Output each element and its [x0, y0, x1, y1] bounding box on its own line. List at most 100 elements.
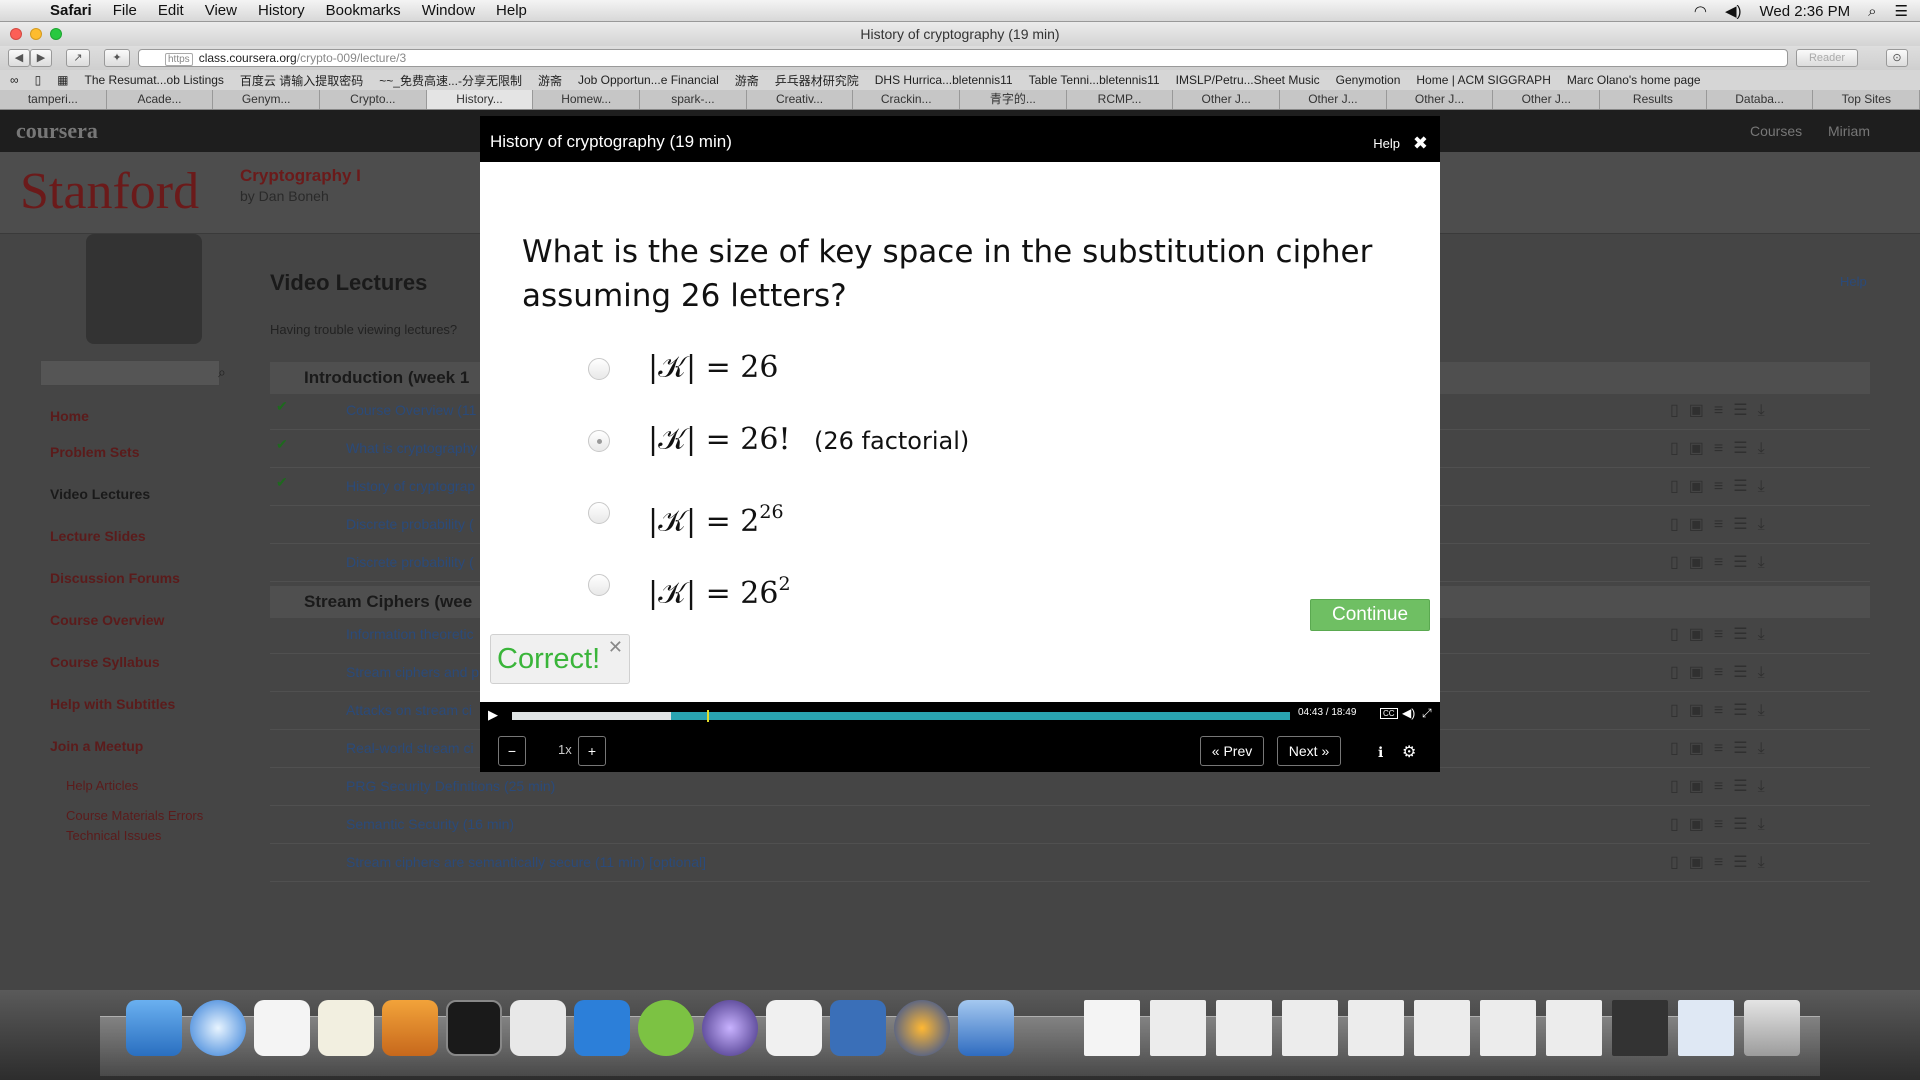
quiz-option[interactable]: |𝒦| = 226	[588, 492, 1188, 539]
bookmark-item[interactable]: 乒乓器材研究院	[775, 72, 859, 89]
tab[interactable]: Crypto...	[320, 90, 427, 109]
tab[interactable]: Homew...	[533, 90, 641, 109]
lecture-resource-icons[interactable]: ▯▣≡☰⤓	[1670, 476, 1775, 496]
nav-courses[interactable]: Courses	[1750, 123, 1802, 139]
minimized-window-thumbnail[interactable]	[1612, 1000, 1668, 1056]
menu-window[interactable]: Window	[422, 2, 475, 19]
trouble-text[interactable]: Having trouble viewing lectures?	[270, 322, 457, 337]
radio-button[interactable]	[588, 358, 610, 380]
bookmark-item[interactable]: Home | ACM SIGGRAPH	[1416, 73, 1550, 87]
playhead[interactable]	[707, 710, 710, 722]
coursera-logo[interactable]: coursera	[16, 118, 98, 144]
bookmark-item[interactable]: Table Tenni...bletennis11	[1029, 73, 1160, 87]
bookmark-item[interactable]: DHS Hurrica...bletennis11	[875, 73, 1013, 87]
notification-center-icon[interactable]: ☰	[1895, 2, 1908, 20]
tab[interactable]: tamperi...	[0, 90, 107, 109]
tab[interactable]: Acade...	[107, 90, 214, 109]
safari-icon[interactable]	[190, 1000, 246, 1056]
fullscreen-icon[interactable]: ⤢	[1422, 706, 1432, 721]
nav-user-menu[interactable]: Miriam	[1828, 123, 1870, 139]
bookmark-item[interactable]: Genymotion	[1336, 73, 1401, 87]
tab[interactable]: Creativ...	[747, 90, 854, 109]
sublime-text-icon[interactable]	[382, 1000, 438, 1056]
lecture-resource-icons[interactable]: ▯▣≡☰⤓	[1670, 776, 1775, 796]
tab[interactable]: RCMP...	[1067, 90, 1174, 109]
continue-button[interactable]: Continue	[1310, 599, 1430, 631]
bookmark-item[interactable]: Job Opportun...e Financial	[578, 73, 719, 87]
lecture-link[interactable]: Attacks on stream ci	[346, 702, 472, 718]
tab[interactable]: Top Sites	[1813, 90, 1920, 109]
tab[interactable]: Results	[1600, 90, 1707, 109]
texshop-icon[interactable]	[830, 1000, 886, 1056]
lecture-resource-icons[interactable]: ▯▣≡☰⤓	[1670, 662, 1775, 682]
sidebar-item-home[interactable]: Home	[50, 408, 89, 424]
tab[interactable]: 青字的...	[960, 90, 1067, 109]
bookmark-item[interactable]: ~~_免费高速...-分享无限制	[379, 72, 522, 89]
sidebar-item-join-meetup[interactable]: Join a Meetup	[50, 738, 143, 754]
tab[interactable]: Other J...	[1173, 90, 1281, 109]
lecture-resource-icons[interactable]: ▯▣≡☰⤓	[1670, 814, 1775, 834]
lecture-link[interactable]: Information theoretic	[346, 626, 474, 642]
menu-help[interactable]: Help	[496, 2, 527, 19]
lecture-link[interactable]: Semantic Security (16 min)	[346, 816, 514, 832]
forward-button[interactable]: ▶	[30, 49, 52, 67]
sidebar-item-problem-sets[interactable]: Problem Sets	[50, 444, 139, 460]
volume-icon[interactable]: ◀)	[1725, 2, 1742, 20]
lecture-resource-icons[interactable]: ▯▣≡☰⤓	[1670, 700, 1775, 720]
minimized-window-thumbnail[interactable]	[1216, 1000, 1272, 1056]
tab[interactable]: Other J...	[1387, 90, 1494, 109]
minimized-window-thumbnail[interactable]	[1150, 1000, 1206, 1056]
lecture-row[interactable]: Semantic Security (16 min) ▯▣≡☰⤓	[270, 808, 1870, 844]
lecture-resource-icons[interactable]: ▯▣≡☰⤓	[1670, 852, 1775, 872]
sidebar-item-video-lectures[interactable]: Video Lectures	[50, 486, 150, 502]
tab-active[interactable]: History...	[426, 90, 534, 109]
tab[interactable]: Genym...	[213, 90, 321, 109]
menu-view[interactable]: View	[205, 2, 237, 19]
sidebar-item-help-with-subtitles[interactable]: Help with Subtitles	[50, 696, 175, 712]
minimized-window-thumbnail[interactable]	[1480, 1000, 1536, 1056]
wifi-icon[interactable]: ◠	[1694, 2, 1707, 20]
clock[interactable]: Wed 2:36 PM	[1760, 3, 1851, 20]
lecture-link[interactable]: Stream ciphers and p	[346, 664, 479, 680]
document-icon[interactable]	[1084, 1000, 1140, 1056]
menu-file[interactable]: File	[113, 2, 137, 19]
bookmark-item[interactable]: 游斋	[735, 72, 759, 89]
lecture-resource-icons[interactable]: ▯▣≡☰⤓	[1670, 514, 1775, 534]
search-icon[interactable]: ⌕	[218, 364, 226, 381]
bookmark-item[interactable]: 百度云 请输入提取密码	[240, 72, 363, 89]
acrobat-icon[interactable]	[510, 1000, 566, 1056]
lecture-resource-icons[interactable]: ▯▣≡☰⤓	[1670, 624, 1775, 644]
bookmark-item[interactable]: The Resumat...ob Listings	[85, 73, 224, 87]
lecture-link[interactable]: Course Overview (11	[346, 402, 476, 418]
reader-button[interactable]: Reader	[1796, 49, 1858, 67]
course-materials-errors-link[interactable]: Course Materials Errors	[66, 808, 203, 823]
calendar-icon[interactable]	[254, 1000, 310, 1056]
minimize-window-button[interactable]	[30, 28, 42, 40]
technical-issues-link[interactable]: Technical Issues	[66, 828, 161, 843]
lecture-link[interactable]: Real-world stream ci	[346, 740, 474, 756]
radio-button[interactable]	[588, 502, 610, 524]
tab[interactable]: Databa...	[1707, 90, 1814, 109]
finder-icon[interactable]	[126, 1000, 182, 1056]
volume-icon[interactable]: ◀)	[1402, 706, 1415, 720]
quiz-option[interactable]: |𝒦| = 26	[588, 348, 1188, 388]
tab[interactable]: Other J...	[1280, 90, 1387, 109]
quiz-option[interactable]: |𝒦| = 26! (26 factorial)	[588, 420, 1188, 460]
top-sites-icon[interactable]: ▦	[57, 73, 68, 87]
sidebar-item-discussion-forums[interactable]: Discussion Forums	[50, 570, 180, 586]
trash-icon[interactable]	[1744, 1000, 1800, 1056]
page-help-link[interactable]: Help	[1840, 274, 1867, 289]
downloads-icon[interactable]: ⊙	[1886, 49, 1908, 67]
sidebar-search-input[interactable]	[40, 360, 220, 386]
captions-icon[interactable]: CC	[1380, 708, 1398, 719]
lecture-resource-icons[interactable]: ▯▣≡☰⤓	[1670, 438, 1775, 458]
word-icon[interactable]	[574, 1000, 630, 1056]
java-icon[interactable]	[766, 1000, 822, 1056]
gear-icon[interactable]: ⚙	[1402, 742, 1416, 762]
help-articles-link[interactable]: Help Articles	[66, 778, 138, 793]
share-icon[interactable]: ↗	[66, 49, 90, 67]
sidebar-item-course-syllabus[interactable]: Course Syllabus	[50, 654, 160, 670]
progress-bar[interactable]	[512, 710, 1290, 722]
info-icon[interactable]: ℹ	[1378, 744, 1383, 761]
lecture-link[interactable]: PRG Security Definitions (25 min)	[346, 778, 555, 794]
